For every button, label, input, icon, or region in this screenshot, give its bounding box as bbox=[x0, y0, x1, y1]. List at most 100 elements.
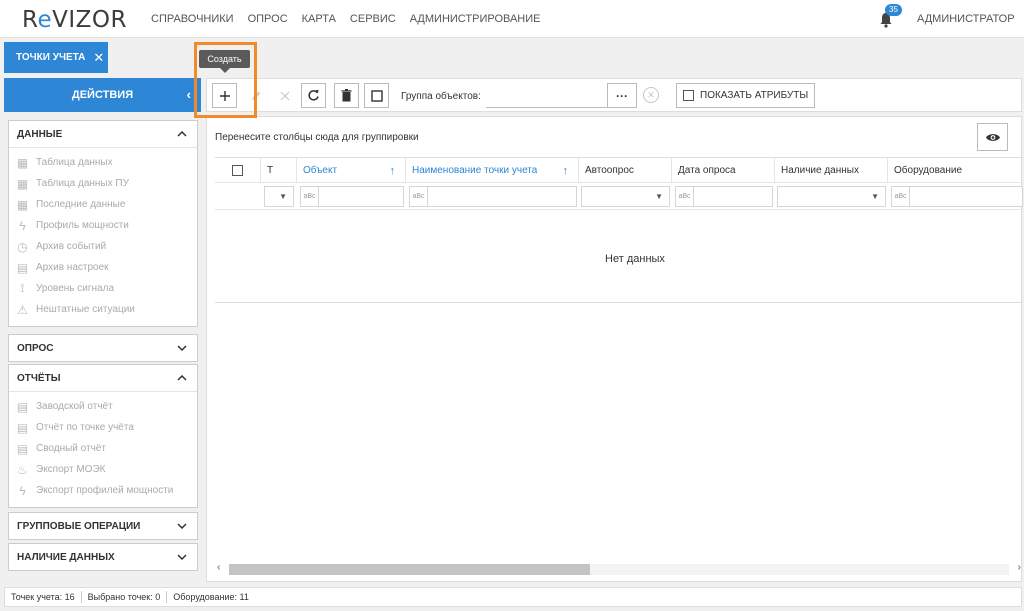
filter-mode-icon[interactable]: aBc bbox=[410, 187, 428, 206]
clear-group-icon[interactable]: ✕ bbox=[643, 87, 659, 103]
warning-icon: ⚠ bbox=[17, 302, 28, 317]
close-icon bbox=[280, 91, 289, 100]
nav-map[interactable]: КАРТА bbox=[302, 13, 336, 25]
clock-icon: ◷ bbox=[17, 239, 28, 254]
user-menu[interactable]: АДМИНИСТРАТОР bbox=[917, 13, 1015, 25]
edit-button[interactable] bbox=[243, 83, 268, 108]
menu-data-table[interactable]: ▦ Таблица данных bbox=[9, 152, 197, 173]
group-panel-hint[interactable]: Перенесите столбцы сюда для группировки bbox=[215, 132, 419, 143]
status-equipment-count: Оборудование: 11 bbox=[173, 592, 249, 602]
menu-summary-report[interactable]: ▤ Сводный отчёт bbox=[9, 438, 197, 459]
show-attributes-checkbox[interactable] bbox=[683, 90, 694, 101]
column-object[interactable]: Объект ↑ bbox=[297, 158, 406, 183]
equipment-filter-input[interactable]: aBc bbox=[891, 186, 1023, 207]
data-availability-filter-select[interactable]: ▼ bbox=[777, 186, 886, 207]
type-filter-select[interactable]: ▼ bbox=[264, 186, 294, 207]
column-label: Оборудование bbox=[894, 165, 963, 176]
menu-meter-data-table[interactable]: ▦ Таблица данных ПУ bbox=[9, 173, 197, 194]
object-group-label: Группа объектов: bbox=[401, 91, 481, 102]
show-attributes-toggle[interactable]: ПОКАЗАТЬ АТРИБУТЫ bbox=[676, 83, 815, 108]
section-reports-header[interactable]: ОТЧЁТЫ bbox=[9, 365, 197, 391]
filter-mode-icon[interactable]: aBc bbox=[301, 187, 319, 206]
table-icon: ▦ bbox=[16, 197, 29, 212]
chevron-left-icon[interactable]: ‹ bbox=[187, 87, 191, 102]
nav-service[interactable]: СЕРВИС bbox=[350, 13, 396, 25]
object-group-browse-button[interactable]: ··· bbox=[607, 83, 637, 108]
chevron-down-icon[interactable] bbox=[177, 343, 187, 354]
column-chooser-button[interactable] bbox=[977, 123, 1008, 151]
points-grid: T Объект ↑ Наименование точки учета ↑ Авто… bbox=[215, 157, 1023, 303]
object-filter-input[interactable]: aBc bbox=[300, 186, 404, 207]
column-data-availability[interactable]: Наличие данных bbox=[775, 158, 888, 183]
chevron-down-icon[interactable] bbox=[177, 552, 187, 563]
tab-label: ТОЧКИ УЧЕТА bbox=[16, 52, 86, 63]
menu-item-label: Таблица данных ПУ bbox=[36, 178, 129, 189]
column-point-name[interactable]: Наименование точки учета ↑ bbox=[406, 158, 579, 183]
section-data-header[interactable]: ДАННЫЕ bbox=[9, 121, 197, 147]
grid-filter-row: ▼ aBc aBc ▼ aBc ▼ aBc bbox=[215, 183, 1023, 210]
column-label: Наименование точки учета bbox=[412, 165, 538, 176]
point-name-filter-input[interactable]: aBc bbox=[409, 186, 577, 207]
nav-references[interactable]: СПРАВОЧНИКИ bbox=[151, 13, 234, 25]
refresh-button[interactable] bbox=[301, 83, 326, 108]
scrollbar-thumb[interactable] bbox=[229, 564, 590, 575]
column-poll-date[interactable]: Дата опроса bbox=[672, 158, 775, 183]
delete-mark-button[interactable] bbox=[272, 83, 297, 108]
logo-letter-e: e bbox=[37, 7, 53, 33]
nav-administration[interactable]: АДМИНИСТРИРОВАНИЕ bbox=[410, 13, 541, 25]
nav-polling[interactable]: ОПРОС bbox=[248, 13, 288, 25]
select-all-button[interactable] bbox=[364, 83, 389, 108]
menu-item-label: Отчёт по точке учёта bbox=[36, 422, 134, 433]
menu-point-report[interactable]: ▤ Отчёт по точке учёта bbox=[9, 417, 197, 438]
create-button[interactable] bbox=[212, 83, 237, 108]
actions-header[interactable]: ДЕЙСТВИЯ ‹ bbox=[4, 78, 201, 112]
menu-signal-level[interactable]: ⟟ Уровень сигнала bbox=[9, 278, 197, 299]
section-group-operations-header[interactable]: ГРУППОВЫЕ ОПЕРАЦИИ bbox=[9, 513, 197, 539]
trash-button[interactable] bbox=[334, 83, 359, 108]
column-equipment[interactable]: Оборудование bbox=[888, 158, 1023, 183]
menu-latest-data[interactable]: ▦ Последние данные bbox=[9, 194, 197, 215]
section-data-availability-header[interactable]: НАЛИЧИЕ ДАННЫХ bbox=[9, 544, 197, 570]
no-data-message: Нет данных bbox=[605, 253, 665, 265]
section-data-availability-title: НАЛИЧИЕ ДАННЫХ bbox=[17, 551, 115, 563]
notification-badge: 35 bbox=[885, 4, 902, 16]
horizontal-scrollbar[interactable]: ‹ › bbox=[215, 561, 1023, 577]
menu-power-profile[interactable]: ϟ Профиль мощности bbox=[9, 215, 197, 236]
menu-moek-export[interactable]: ♨ Экспорт МОЭК bbox=[9, 459, 197, 480]
menu-power-profile-export[interactable]: ϟ Экспорт профилей мощности bbox=[9, 480, 197, 501]
close-icon[interactable]: ✕ bbox=[93, 50, 104, 66]
scroll-right-icon[interactable]: › bbox=[1018, 562, 1021, 573]
autopoll-filter-select[interactable]: ▼ bbox=[581, 186, 670, 207]
square-icon bbox=[370, 89, 383, 102]
select-all-checkbox[interactable] bbox=[232, 165, 243, 176]
chevron-up-icon[interactable] bbox=[177, 129, 187, 140]
tab-metering-points[interactable]: ТОЧКИ УЧЕТА ✕ bbox=[4, 42, 108, 73]
menu-factory-report[interactable]: ▤ Заводской отчёт bbox=[9, 396, 197, 417]
actions-label: ДЕЙСТВИЯ bbox=[71, 89, 134, 101]
filter-mode-icon[interactable]: aBc bbox=[892, 187, 910, 206]
menu-event-archive[interactable]: ◷ Архив событий bbox=[9, 236, 197, 257]
poll-date-filter-input[interactable]: aBc bbox=[675, 186, 773, 207]
section-polling-header[interactable]: ОПРОС bbox=[9, 335, 197, 361]
menu-emergencies[interactable]: ⚠ Нештатные ситуации bbox=[9, 299, 197, 320]
column-type[interactable]: T bbox=[261, 158, 297, 183]
column-label: Наличие данных bbox=[781, 165, 859, 176]
column-autopoll[interactable]: Автоопрос bbox=[579, 158, 672, 183]
column-label: Дата опроса bbox=[678, 165, 736, 176]
revizor-logo[interactable]: ReVIZOR bbox=[22, 7, 127, 33]
status-points-count: Точек учета: 16 bbox=[5, 591, 82, 603]
scroll-left-icon[interactable]: ‹ bbox=[217, 562, 220, 573]
report-icon: ▤ bbox=[16, 441, 29, 456]
table-icon: ▦ bbox=[16, 176, 29, 191]
grid-toolbar: Группа объектов: ··· ✕ ПОКАЗАТЬ АТРИБУТЫ bbox=[206, 78, 1022, 112]
menu-settings-archive[interactable]: ▤ Архив настроек bbox=[9, 257, 197, 278]
object-group-input[interactable] bbox=[486, 83, 607, 108]
actions-sidebar: ДАННЫЕ ▦ Таблица данных ▦ Таблица данных П… bbox=[4, 116, 201, 582]
chevron-up-icon[interactable] bbox=[177, 373, 187, 384]
menu-item-label: Архив событий bbox=[36, 241, 107, 252]
filter-mode-icon[interactable]: aBc bbox=[676, 187, 694, 206]
create-tooltip: Создать bbox=[199, 50, 250, 73]
top-bar: ReVIZOR СПРАВОЧНИКИ ОПРОС КАРТА СЕРВИС А… bbox=[0, 0, 1024, 38]
section-data-availability: НАЛИЧИЕ ДАННЫХ bbox=[8, 543, 198, 571]
chevron-down-icon[interactable] bbox=[177, 521, 187, 532]
